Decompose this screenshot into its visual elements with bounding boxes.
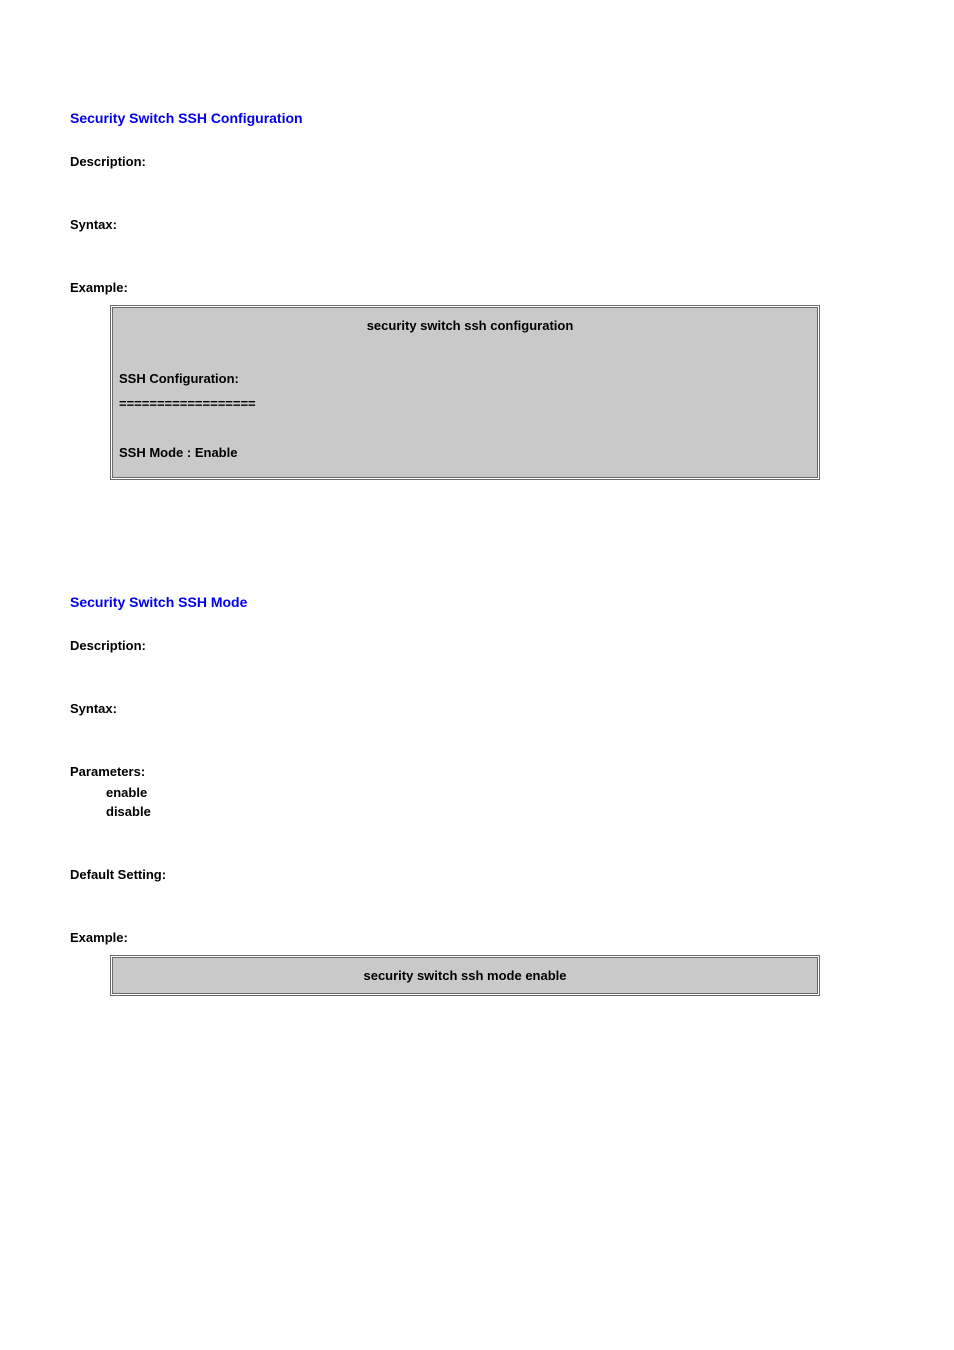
output-line: SSH Configuration: xyxy=(119,369,811,390)
command-text: security switch ssh configuration xyxy=(119,318,811,333)
label-syntax: Syntax: xyxy=(70,701,884,716)
label-syntax: Syntax: xyxy=(70,217,884,232)
label-example: Example: xyxy=(70,930,884,945)
label-description: Description: xyxy=(70,638,884,653)
label-default-setting: Default Setting: xyxy=(70,867,884,882)
section-ssh-config: Security Switch SSH Configuration Descri… xyxy=(70,110,884,480)
param-disable: disable xyxy=(106,804,884,819)
document-page: Security Switch SSH Configuration Descri… xyxy=(0,0,954,1092)
code-block-mode: security switch ssh mode enable xyxy=(110,955,820,996)
section-ssh-mode: Security Switch SSH Mode Description: Sy… xyxy=(70,594,884,996)
command-text: security switch ssh mode enable xyxy=(113,958,817,993)
param-enable: enable xyxy=(106,785,884,800)
code-block-config: security switch ssh configuration SSH Co… xyxy=(110,305,820,480)
label-example: Example: xyxy=(70,280,884,295)
section-gap xyxy=(70,516,884,594)
output-divider: ================== xyxy=(119,394,811,415)
label-parameters: Parameters: xyxy=(70,764,884,779)
section-heading-config: Security Switch SSH Configuration xyxy=(70,110,884,126)
label-description: Description: xyxy=(70,154,884,169)
section-heading-mode: Security Switch SSH Mode xyxy=(70,594,884,610)
output-line: SSH Mode : Enable xyxy=(119,443,811,464)
